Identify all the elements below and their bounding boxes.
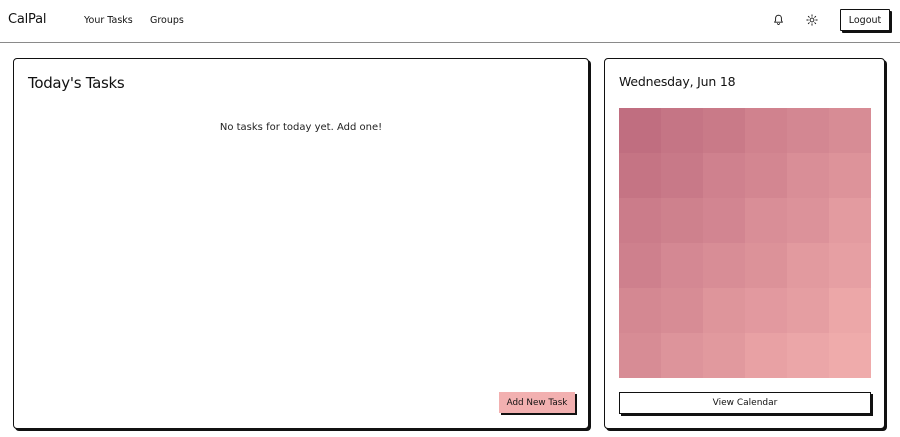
- mosaic-tile: [661, 153, 704, 199]
- sun-icon[interactable]: [804, 12, 820, 28]
- page-title: Today's Tasks: [28, 74, 125, 92]
- mosaic-tile: [619, 243, 662, 289]
- bell-icon[interactable]: [770, 12, 786, 28]
- empty-state-message: No tasks for today yet. Add one!: [219, 122, 383, 133]
- mosaic-tile: [661, 288, 704, 334]
- mosaic-tile: [619, 333, 662, 378]
- mosaic-tile: [787, 288, 830, 334]
- todays-tasks-panel: Today's Tasks No tasks for today yet. Ad…: [13, 58, 589, 429]
- mosaic-tile: [703, 108, 746, 154]
- mosaic-tile: [703, 333, 746, 378]
- mosaic-tile: [829, 288, 871, 334]
- add-new-task-button[interactable]: Add New Task: [499, 392, 575, 413]
- mosaic-tile: [745, 108, 788, 154]
- mosaic-tile: [745, 288, 788, 334]
- date-mosaic-image: [619, 108, 871, 378]
- nav-groups[interactable]: Groups: [150, 15, 184, 26]
- mosaic-tile: [619, 198, 662, 244]
- nav-your-tasks[interactable]: Your Tasks: [84, 15, 133, 26]
- mosaic-tile: [703, 198, 746, 244]
- mosaic-tile: [787, 108, 830, 154]
- mosaic-tile: [703, 153, 746, 199]
- mosaic-tile: [829, 153, 871, 199]
- brand-logo[interactable]: CalPal: [8, 12, 46, 27]
- logout-button[interactable]: Logout: [840, 9, 890, 31]
- mosaic-tile: [661, 333, 704, 378]
- date-panel: Wednesday, Jun 18 View Calendar: [604, 58, 885, 429]
- view-calendar-button[interactable]: View Calendar: [619, 392, 871, 414]
- mosaic-tile: [703, 243, 746, 289]
- mosaic-tile: [829, 333, 871, 378]
- mosaic-tile: [619, 288, 662, 334]
- mosaic-tile: [787, 198, 830, 244]
- mosaic-tile: [619, 153, 662, 199]
- mosaic-tile: [745, 333, 788, 378]
- mosaic-tile: [661, 198, 704, 244]
- mosaic-tile: [829, 108, 871, 154]
- mosaic-tile: [745, 243, 788, 289]
- mosaic-tile: [703, 288, 746, 334]
- mosaic-tile: [619, 108, 662, 154]
- mosaic-tile: [829, 243, 871, 289]
- top-navbar: CalPal Your Tasks Groups Logout: [0, 0, 900, 43]
- mosaic-tile: [745, 198, 788, 244]
- mosaic-tile: [787, 333, 830, 378]
- mosaic-tile: [661, 243, 704, 289]
- mosaic-tile: [787, 243, 830, 289]
- mosaic-tile: [745, 153, 788, 199]
- current-date: Wednesday, Jun 18: [619, 74, 736, 89]
- mosaic-tile: [661, 108, 704, 154]
- mosaic-tile: [787, 153, 830, 199]
- mosaic-tile: [829, 198, 871, 244]
